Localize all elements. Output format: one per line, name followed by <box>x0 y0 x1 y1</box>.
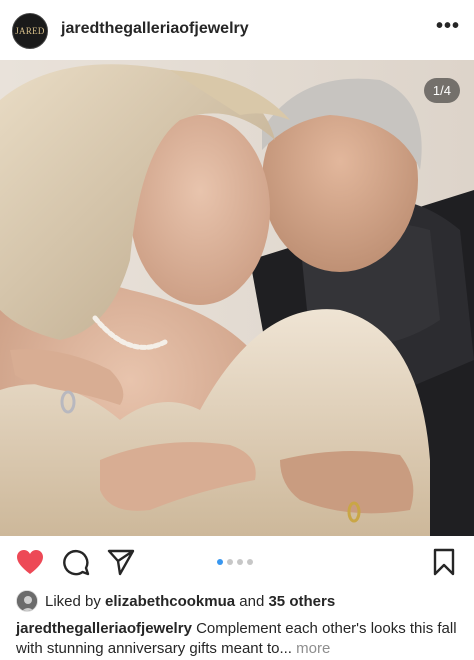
post-username[interactable]: jaredthegalleriaofjewelry <box>61 20 249 38</box>
carousel-dot <box>237 559 243 565</box>
likes-prefix: Liked by <box>45 592 101 610</box>
post-photo[interactable]: 1/4 <box>0 60 474 536</box>
bookmark-icon[interactable] <box>428 546 460 578</box>
image-counter: 1/4 <box>423 78 460 103</box>
couple-photo <box>0 60 474 536</box>
post-header: JARED jaredthegalleriaofjewelry ••• <box>0 0 474 60</box>
carousel-indicator <box>217 559 253 565</box>
avatar-logo-text: JARED <box>15 26 45 36</box>
post-caption: jaredthegalleriaofjewelry Complement eac… <box>16 619 466 659</box>
likes-others-link[interactable]: 35 others <box>268 593 335 610</box>
action-bar <box>0 540 474 584</box>
caption-more-link[interactable]: more <box>296 640 330 657</box>
caption-username[interactable]: jaredthegalleriaofjewelry <box>16 620 192 637</box>
liker-username[interactable]: elizabethcookmua <box>105 593 235 610</box>
comment-icon[interactable] <box>60 546 92 578</box>
heart-filled-icon[interactable] <box>14 546 46 578</box>
likes-connector: and <box>239 592 265 610</box>
carousel-dot <box>227 559 233 565</box>
likes-summary: Liked by elizabethcookmua and 35 others <box>16 590 335 612</box>
liker-avatar[interactable] <box>16 590 38 612</box>
profile-avatar[interactable]: JARED <box>12 13 48 49</box>
send-icon[interactable] <box>105 546 137 578</box>
more-horizontal-icon[interactable]: ••• <box>436 16 460 36</box>
carousel-dot-active <box>217 559 223 565</box>
carousel-dot <box>247 559 253 565</box>
